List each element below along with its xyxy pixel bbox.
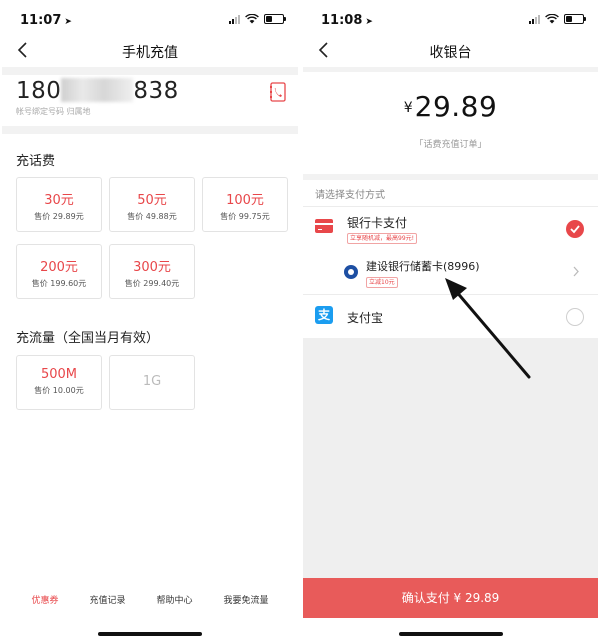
option-price: 售价 29.89元 xyxy=(34,212,84,221)
phone-number-suffix: 838 xyxy=(133,78,179,104)
talk-option-300[interactable]: 300元售价 299.40元 xyxy=(109,244,195,299)
status-time-text: 11:08 xyxy=(321,13,363,28)
option-amount: 200元 xyxy=(40,260,78,275)
payment-method-label: 请选择支付方式 xyxy=(315,190,385,201)
ccb-bank-logo-icon xyxy=(344,265,358,279)
radio-unselected-icon[interactable] xyxy=(566,308,584,326)
wifi-icon xyxy=(245,14,259,24)
home-indicator[interactable] xyxy=(398,632,503,636)
option-amount: 50元 xyxy=(137,193,167,208)
location-arrow-icon: ➤ xyxy=(365,17,373,27)
cellular-signal-icon xyxy=(229,14,240,24)
free-data-link[interactable]: 我要免流量 xyxy=(223,593,268,606)
wifi-icon xyxy=(545,14,559,24)
option-amount: 30元 xyxy=(44,193,74,208)
option-amount: 300元 xyxy=(133,260,171,275)
alipay-method-label: 支付宝 xyxy=(347,311,384,325)
chevron-right-icon xyxy=(573,266,579,277)
location-arrow-icon: ➤ xyxy=(64,17,72,27)
option-amount: 1G xyxy=(142,374,162,389)
option-price: 售价 10.00元 xyxy=(34,386,84,395)
nav-bar: 手机充值 xyxy=(2,36,298,66)
annotation-arrow-icon xyxy=(445,278,531,379)
promo-tag: 立享随机减，最高99元! xyxy=(347,233,418,244)
currency-symbol: ¥ xyxy=(403,100,413,116)
battery-icon xyxy=(564,14,586,24)
battery-icon xyxy=(264,14,286,24)
amount-value: 29.89 xyxy=(414,90,498,123)
checkout-screen: 11:08 ➤ 收银台 ¥29.89 「话费充值订单」 请选择支付方式 银行卡支付… xyxy=(303,0,598,644)
option-price: 售价 49.88元 xyxy=(127,212,177,221)
status-icons xyxy=(529,14,586,24)
discount-tag: 立减10元 xyxy=(366,277,398,288)
status-time: 11:07 ➤ xyxy=(20,13,72,28)
option-amount: 500M xyxy=(40,367,78,382)
divider xyxy=(303,206,598,207)
bank-card-method-label: 银行卡支付 xyxy=(347,216,408,230)
help-center-link[interactable]: 帮助中心 xyxy=(156,593,192,606)
talk-recharge-title: 充话费 xyxy=(16,154,56,169)
option-price: 售价 99.75元 xyxy=(220,212,270,221)
home-indicator[interactable] xyxy=(98,632,202,636)
phone-number-mask xyxy=(61,78,134,102)
status-time: 11:08 ➤ xyxy=(321,13,373,28)
nav-bar: 收银台 xyxy=(303,36,598,66)
status-time-text: 11:07 xyxy=(20,13,62,28)
footer-links: 优惠券 充值记录 帮助中心 我要免流量 xyxy=(2,593,298,606)
phone-number-input[interactable]: 180 838 xyxy=(16,78,179,104)
status-icons xyxy=(229,14,286,24)
confirm-payment-button[interactable]: 确认支付 ¥ 29.89 xyxy=(303,578,598,618)
recharge-history-link[interactable]: 充值记录 xyxy=(89,593,125,606)
page-title: 收银台 xyxy=(429,45,472,61)
order-description: 「话费充值订单」 xyxy=(414,140,487,150)
option-price: 售价 299.40元 xyxy=(124,279,180,288)
divider xyxy=(2,126,298,134)
data-option-500m[interactable]: 500M 售价 10.00元 xyxy=(16,355,102,410)
talk-option-200[interactable]: 200元售价 199.60元 xyxy=(16,244,102,299)
data-recharge-title: 充流量（全国当月有效） xyxy=(16,331,160,346)
data-option-1g: 1G xyxy=(109,355,195,410)
phone-number-prefix: 180 xyxy=(16,78,62,104)
page-title: 手机充值 xyxy=(122,45,178,61)
talk-option-30[interactable]: 30元售价 29.89元 xyxy=(16,177,102,232)
contacts-icon[interactable] xyxy=(270,82,286,102)
selected-check-icon[interactable] xyxy=(566,220,584,238)
cellular-signal-icon xyxy=(529,14,540,24)
status-bar: 11:08 ➤ xyxy=(303,0,598,36)
option-price: 售价 199.60元 xyxy=(31,279,87,288)
payment-amount: ¥29.89 xyxy=(303,90,598,123)
alipay-icon: 支 xyxy=(315,306,333,324)
divider xyxy=(303,67,598,72)
coupon-link[interactable]: 优惠券 xyxy=(31,593,58,606)
bank-card-icon xyxy=(315,219,333,233)
talk-option-100[interactable]: 100元售价 99.75元 xyxy=(202,177,288,232)
status-bar: 11:07 ➤ xyxy=(2,0,298,36)
talk-option-50[interactable]: 50元售价 49.88元 xyxy=(109,177,195,232)
divider xyxy=(303,174,598,180)
divider xyxy=(2,67,298,75)
option-amount: 100元 xyxy=(226,193,264,208)
phone-number-hint: 帐号绑定号码 归属地 xyxy=(16,107,91,116)
recharge-screen: 11:07 ➤ 手机充值 180 838 帐号绑定号码 归属地 充话费 30元售价 … xyxy=(2,0,298,644)
